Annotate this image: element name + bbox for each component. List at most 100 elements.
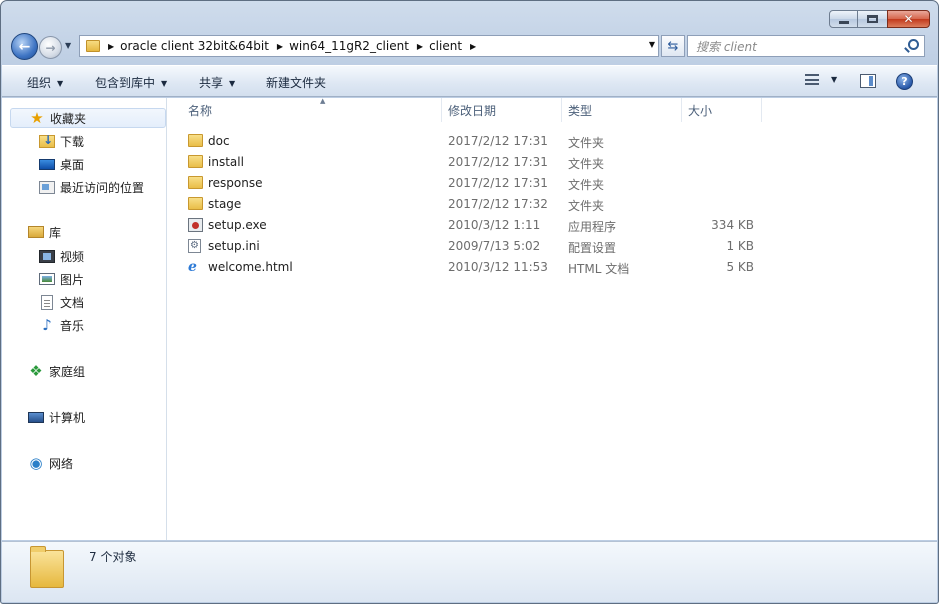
maximize-button[interactable] [857,10,888,28]
organize-button[interactable]: 组织 ▼ [27,74,63,91]
music-note-icon: ♪ [42,315,52,334]
nav-item-documents[interactable]: 文档 [39,292,84,312]
breadcrumb-separator-icon[interactable]: ▶ [470,42,476,51]
settings-file-icon [188,239,201,253]
navigation-bar: ← → ▼ ▶ oracle client 32bit&64bit ▶ win6… [9,33,933,61]
preview-pane-button[interactable] [860,74,876,88]
column-header-size[interactable]: 大小 [682,98,762,122]
file-modified: 2017/2/12 17:31 [448,134,548,148]
file-list: 名称 ▲ 修改日期 类型 大小 doc 2017/2/12 17:31 文件夹 [168,97,937,540]
breadcrumb-separator-icon[interactable]: ▶ [277,42,283,51]
column-header-label: 修改日期 [448,103,497,118]
folder-icon [188,176,203,189]
navigation-pane: ★ 收藏夹 下载 桌面 最近访问的位置 库 视频 [2,98,167,540]
folder-icon [86,40,100,52]
file-row[interactable]: response 2017/2/12 17:31 文件夹 [168,173,768,194]
nav-item-videos[interactable]: 视频 [39,246,84,266]
nav-item-music[interactable]: ♪ 音乐 [39,315,84,335]
change-view-button[interactable]: ▼ [805,74,837,85]
address-bar[interactable]: ▶ oracle client 32bit&64bit ▶ win64_11gR… [79,35,659,57]
forward-arrow-icon: → [45,40,56,55]
organize-label: 组织 [27,76,52,90]
new-folder-button[interactable]: 新建文件夹 [266,74,326,91]
close-button[interactable]: ✕ [887,10,930,28]
nav-item-favorites[interactable]: ★ 收藏夹 [10,108,166,128]
nav-item-label: 最近访问的位置 [60,180,145,195]
nav-item-pictures[interactable]: 图片 [39,269,84,289]
search-box[interactable]: 搜索 client [687,35,925,57]
homegroup-icon: ❖ [29,361,43,380]
nav-item-label: 音乐 [60,318,85,333]
breadcrumb-separator-icon[interactable]: ▶ [417,42,423,51]
search-icon[interactable] [908,39,919,50]
details-pane: 7 个对象 [2,541,937,602]
nav-item-label: 图片 [60,272,85,287]
file-name: setup.exe [208,218,267,232]
help-icon: ? [901,75,908,88]
nav-item-homegroup[interactable]: ❖ 家庭组 [28,361,85,381]
help-button[interactable]: ? [896,73,913,90]
content-area: ★ 收藏夹 下载 桌面 最近访问的位置 库 视频 [2,97,937,540]
nav-item-network[interactable]: ◉ 网络 [28,453,73,473]
breadcrumb-separator-icon[interactable]: ▶ [108,42,114,51]
address-dropdown-button[interactable]: ▼ [649,40,655,49]
nav-item-label: 库 [49,225,62,240]
folder-icon [188,155,203,168]
nav-item-desktop[interactable]: 桌面 [39,154,84,174]
file-row[interactable]: setup.ini 2009/7/13 5:02 配置设置 1 KB [168,236,768,257]
folder-icon [188,134,203,147]
share-button[interactable]: 共享 ▼ [199,74,235,91]
column-header-modified[interactable]: 修改日期 [442,98,562,122]
sort-ascending-icon: ▲ [320,97,326,105]
breadcrumb-item[interactable]: oracle client 32bit&64bit [120,39,269,53]
search-input[interactable]: 搜索 client [696,38,757,55]
nav-item-recent-places[interactable]: 最近访问的位置 [39,177,144,197]
chevron-down-icon: ▼ [229,79,236,88]
downloads-folder-icon [39,133,55,148]
recent-places-icon [39,180,55,194]
file-modified: 2017/2/12 17:31 [448,155,548,169]
minimize-icon [838,20,849,24]
file-type: 文件夹 [568,199,605,213]
document-icon [41,294,53,310]
nav-item-libraries[interactable]: 库 [28,222,61,242]
breadcrumb-item[interactable]: client [429,39,462,53]
file-size: 1 KB [726,239,754,253]
nav-item-downloads[interactable]: 下载 [39,131,84,151]
item-count: 7 个对象 [89,550,137,564]
file-modified: 2010/3/12 11:53 [448,260,548,274]
folder-icon [188,197,203,210]
file-type: 应用程序 [568,220,617,234]
file-type: 文件夹 [568,157,605,171]
file-modified: 2009/7/13 5:02 [448,239,541,253]
minimize-button[interactable] [829,10,858,28]
back-button[interactable]: ← [11,33,38,60]
recent-pages-button[interactable]: ▼ [65,41,71,50]
nav-item-label: 文档 [60,295,85,310]
file-row[interactable]: install 2017/2/12 17:31 文件夹 [168,152,768,173]
chevron-down-icon: ▼ [57,79,64,88]
nav-item-label: 下载 [60,134,85,149]
close-icon: ✕ [903,12,914,26]
star-icon: ★ [30,108,44,127]
pictures-icon [39,273,55,285]
nav-item-label: 网络 [49,456,74,471]
forward-button[interactable]: → [39,36,62,59]
column-header-type[interactable]: 类型 [562,98,682,122]
file-modified: 2010/3/12 1:11 [448,218,541,232]
column-header-name[interactable]: 名称 ▲ [182,97,442,122]
application-icon [188,218,203,232]
file-row[interactable]: e welcome.html 2010/3/12 11:53 HTML 文档 5… [168,257,768,278]
explorer-window: ✕ ← → ▼ ▶ oracle client 32bit&64bit ▶ wi… [0,0,939,604]
nav-item-computer[interactable]: 计算机 [28,407,85,427]
chevron-down-icon: ▼ [831,75,838,84]
video-icon [39,249,55,263]
file-row[interactable]: setup.exe 2010/3/12 1:11 应用程序 334 KB [168,215,768,236]
library-icon [28,226,44,238]
refresh-button[interactable]: ⇆ [661,35,685,57]
breadcrumb-item[interactable]: win64_11gR2_client [289,39,409,53]
include-in-library-button[interactable]: 包含到库中 ▼ [95,74,167,91]
file-row[interactable]: doc 2017/2/12 17:31 文件夹 [168,131,768,152]
file-row[interactable]: stage 2017/2/12 17:32 文件夹 [168,194,768,215]
new-folder-label: 新建文件夹 [266,76,327,90]
